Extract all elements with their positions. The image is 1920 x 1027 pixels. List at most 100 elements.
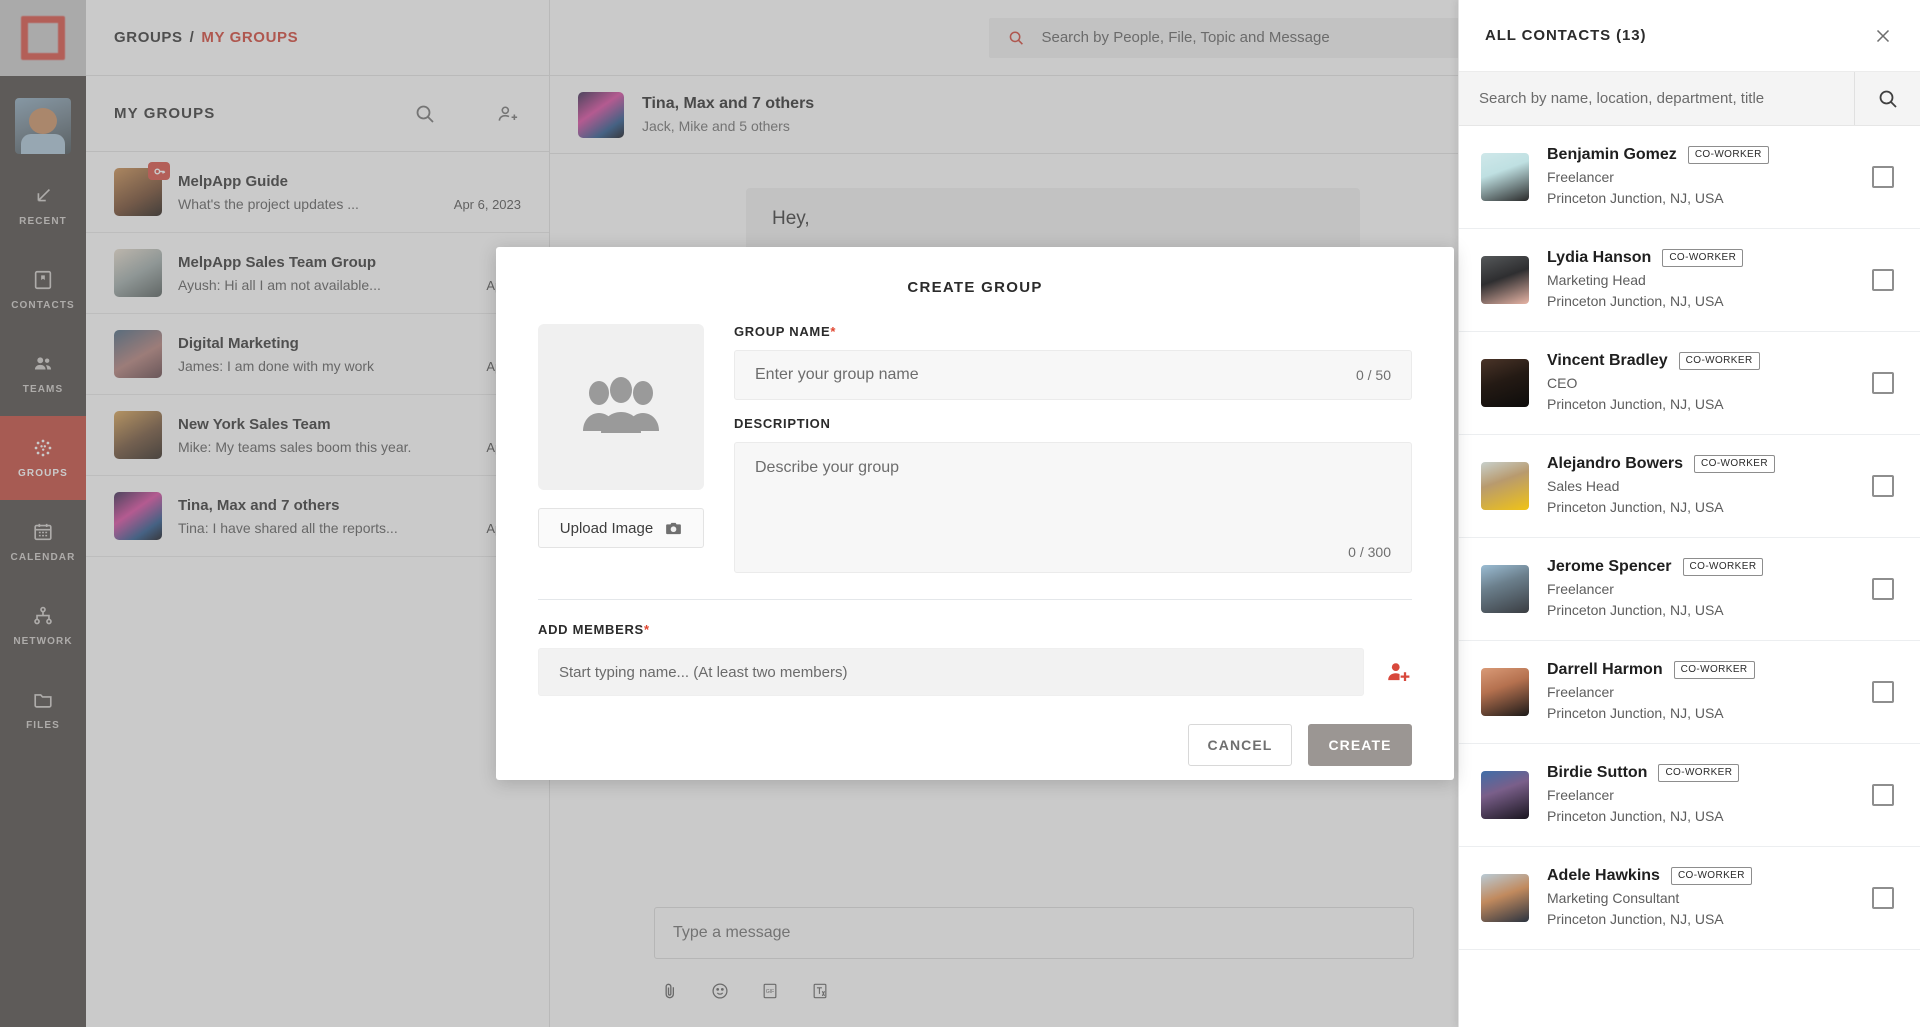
close-icon[interactable] (1872, 25, 1894, 47)
contacts-search-input[interactable] (1459, 90, 1854, 107)
list-item[interactable]: Lydia Hanson CO-WORKER Marketing Head Pr… (1459, 229, 1920, 332)
composer-toolbar: GIF (654, 981, 1414, 1001)
contact-role: CEO (1547, 375, 1578, 392)
contacts-panel-title: ALL CONTACTS (13) (1485, 27, 1647, 44)
group-name: New York Sales Team (178, 415, 331, 433)
group-snippet: What's the project updates ... (178, 195, 359, 212)
contact-name: Birdie Sutton (1547, 764, 1648, 782)
sidebar-item-groups[interactable]: GROUPS (0, 416, 86, 500)
list-item[interactable]: Digital Marketing James: I am done with … (86, 314, 549, 395)
list-item[interactable]: Vincent Bradley CO-WORKER CEO Princeton … (1459, 332, 1920, 435)
contact-location: Princeton Junction, NJ, USA (1547, 704, 1724, 721)
camera-icon (666, 522, 682, 534)
group-image-placeholder[interactable] (538, 324, 704, 490)
add-group-icon[interactable] (497, 102, 521, 126)
translate-icon[interactable] (810, 981, 830, 1001)
contacts-search-bar (1459, 72, 1920, 126)
list-item[interactable]: Darrell Harmon CO-WORKER Freelancer Prin… (1459, 641, 1920, 744)
contact-role: Freelancer (1547, 787, 1614, 804)
emoji-icon[interactable] (710, 981, 730, 1001)
group-thumbnail (114, 330, 162, 378)
search-icon[interactable] (413, 102, 437, 126)
group-name-input[interactable]: Enter your group name 0 / 50 (734, 350, 1412, 400)
svg-text:GIF: GIF (766, 989, 774, 995)
contact-checkbox[interactable] (1872, 269, 1894, 291)
status-badge: CO-WORKER (1658, 764, 1740, 783)
list-item[interactable]: Jerome Spencer CO-WORKER Freelancer Prin… (1459, 538, 1920, 641)
sidebar-item-recent[interactable]: RECENT (0, 164, 86, 248)
avatar (1481, 359, 1529, 407)
upload-image-button[interactable]: Upload Image (538, 508, 704, 548)
list-item[interactable]: New York Sales Team Mike: My teams sales… (86, 395, 549, 476)
contact-checkbox[interactable] (1872, 681, 1894, 703)
app-logo[interactable] (0, 0, 86, 76)
contact-checkbox[interactable] (1872, 578, 1894, 600)
sidebar-item-contacts[interactable]: CONTACTS (0, 248, 86, 332)
add-members-placeholder: Start typing name... (At least two membe… (559, 663, 848, 681)
network-icon (34, 606, 52, 625)
search-input[interactable] (1041, 29, 1463, 46)
sidebar-item-teams[interactable]: TEAMS (0, 332, 86, 416)
create-group-modal: CREATE GROUP Upload Image GROUP NAME* En… (496, 247, 1454, 780)
contact-checkbox[interactable] (1872, 475, 1894, 497)
group-snippet: Tina: I have shared all the reports... (178, 519, 398, 536)
locked-key-icon (148, 162, 170, 180)
breadcrumb-separator: / (189, 29, 195, 46)
group-snippet: Mike: My teams sales boom this year. (178, 438, 412, 455)
status-badge: CO-WORKER (1687, 146, 1769, 165)
group-thumbnail (114, 162, 170, 216)
status-badge: CO-WORKER (1682, 558, 1764, 577)
attachment-icon[interactable] (660, 981, 680, 1001)
contact-checkbox[interactable] (1872, 166, 1894, 188)
group-name-counter: 0 / 50 (1355, 367, 1391, 383)
breadcrumb-root[interactable]: GROUPS (114, 29, 183, 46)
add-members-input[interactable]: Start typing name... (At least two membe… (538, 648, 1364, 696)
contact-name: Vincent Bradley (1547, 352, 1668, 370)
sidebar-label-calendar: CALENDAR (10, 552, 76, 563)
my-groups-header: MY GROUPS (86, 76, 549, 152)
message-input[interactable]: Type a message (654, 907, 1414, 959)
create-button[interactable]: CREATE (1308, 724, 1412, 766)
list-item[interactable]: Benjamin Gomez CO-WORKER Freelancer Prin… (1459, 126, 1920, 229)
status-badge: CO-WORKER (1670, 867, 1752, 886)
group-name: MelpApp Sales Team Group (178, 253, 377, 271)
contact-role: Marketing Head (1547, 272, 1646, 289)
list-item[interactable]: MelpApp Sales Team Group Ayush: Hi all I… (86, 233, 549, 314)
list-item[interactable]: Tina, Max and 7 others Tina: I have shar… (86, 476, 549, 557)
description-input[interactable]: Describe your group 0 / 300 (734, 442, 1412, 573)
list-item[interactable]: Adele Hawkins CO-WORKER Marketing Consul… (1459, 847, 1920, 950)
contact-role: Freelancer (1547, 684, 1614, 701)
contact-role: Sales Head (1547, 478, 1620, 495)
sidebar-label-groups: GROUPS (18, 468, 68, 479)
sidebar-item-files[interactable]: FILES (0, 668, 86, 752)
gif-icon[interactable]: GIF (760, 981, 780, 1001)
group-name: Digital Marketing (178, 334, 299, 352)
add-person-icon[interactable] (1386, 659, 1412, 685)
status-badge: CO-WORKER (1678, 352, 1760, 371)
list-item[interactable]: Birdie Sutton CO-WORKER Freelancer Princ… (1459, 744, 1920, 847)
user-avatar[interactable] (15, 98, 71, 154)
group-snippet: James: I am done with my work (178, 357, 375, 374)
contact-checkbox[interactable] (1872, 784, 1894, 806)
list-item[interactable]: Alejandro Bowers CO-WORKER Sales Head Pr… (1459, 435, 1920, 538)
sidebar-item-network[interactable]: NETWORK (0, 584, 86, 668)
avatar (1481, 668, 1529, 716)
logo-mark-icon (21, 16, 65, 60)
left-nav-rail: RECENT CONTACTS TEAMS GROUPS CALENDAR NE… (0, 0, 86, 1027)
contacts-search-button[interactable] (1854, 72, 1920, 125)
contact-location: Princeton Junction, NJ, USA (1547, 601, 1724, 618)
breadcrumb: GROUPS / MY GROUPS (86, 0, 549, 76)
upload-image-label: Upload Image (559, 519, 654, 537)
sidebar-item-calendar[interactable]: CALENDAR (0, 500, 86, 584)
global-search-field[interactable] (989, 17, 1481, 58)
group-name-label: GROUP NAME* (734, 324, 1412, 339)
required-marker: * (643, 622, 650, 637)
contact-checkbox[interactable] (1872, 887, 1894, 909)
contact-checkbox[interactable] (1872, 372, 1894, 394)
avatar (1481, 153, 1529, 201)
contact-name: Jerome Spencer (1547, 558, 1672, 576)
cancel-button[interactable]: CANCEL (1188, 724, 1292, 766)
list-item[interactable]: MelpApp Guide What's the project updates… (86, 152, 549, 233)
description-placeholder: Describe your group (755, 459, 900, 476)
sidebar-label-network: NETWORK (13, 636, 73, 647)
